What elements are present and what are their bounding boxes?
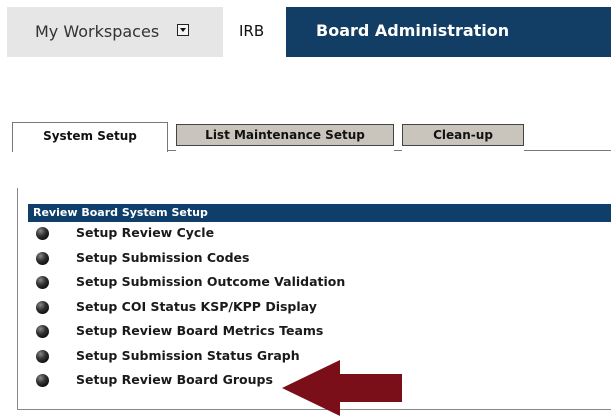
list-item[interactable]: Setup Review Board Metrics Teams	[35, 320, 611, 345]
list-item[interactable]: Setup Submission Outcome Validation	[35, 271, 611, 296]
nav-board-label: Board Administration	[316, 21, 510, 40]
nav-tab-irb[interactable]: IRB	[223, 7, 286, 57]
bullet-icon	[36, 251, 49, 265]
tab-baseline-right	[524, 150, 611, 151]
bullet-icon	[36, 325, 49, 338]
page: My Workspaces IRB Board Administration S…	[0, 0, 611, 416]
tab-list-maintenance-setup[interactable]: List Maintenance Setup	[176, 124, 394, 146]
list-item[interactable]: Setup COI Status KSP/KPP Display	[35, 296, 611, 321]
bullet-icon	[36, 300, 49, 314]
nav-tab-board-administration[interactable]: Board Administration	[286, 7, 611, 57]
list-item[interactable]: Setup Review Cycle	[35, 222, 611, 247]
bullet-icon	[36, 349, 49, 363]
setup-review-board-groups-link[interactable]: Setup Review Board Groups	[76, 372, 273, 387]
tab-baseline-segment	[394, 150, 402, 151]
bullet-icon	[36, 227, 49, 240]
my-workspaces-label: My Workspaces	[35, 22, 160, 41]
setup-metrics-teams-link[interactable]: Setup Review Board Metrics Teams	[76, 323, 323, 338]
annotation-arrow-icon	[282, 360, 402, 416]
tab-clean-up[interactable]: Clean-up	[402, 124, 524, 146]
setup-tabs: System Setup List Maintenance Setup Clea…	[0, 120, 611, 152]
tab-baseline-segment	[168, 150, 176, 151]
nav-irb-label: IRB	[239, 22, 265, 40]
setup-submission-codes-link[interactable]: Setup Submission Codes	[76, 250, 249, 265]
bullet-icon	[36, 276, 49, 289]
top-navigation: My Workspaces IRB Board Administration	[0, 0, 611, 57]
panel-title: Review Board System Setup	[28, 204, 611, 222]
my-workspaces-menu[interactable]: My Workspaces	[7, 7, 223, 57]
bullet-icon	[36, 374, 49, 387]
setup-coi-status-display-link[interactable]: Setup COI Status KSP/KPP Display	[76, 299, 317, 314]
tab-system-setup[interactable]: System Setup	[12, 122, 168, 152]
setup-review-cycle-link[interactable]: Setup Review Cycle	[76, 225, 214, 240]
setup-submission-status-graph-link[interactable]: Setup Submission Status Graph	[76, 348, 300, 363]
dropdown-arrow-icon[interactable]	[177, 24, 189, 36]
setup-submission-outcome-validation-link[interactable]: Setup Submission Outcome Validation	[76, 274, 345, 289]
list-item[interactable]: Setup Submission Codes	[35, 247, 611, 272]
